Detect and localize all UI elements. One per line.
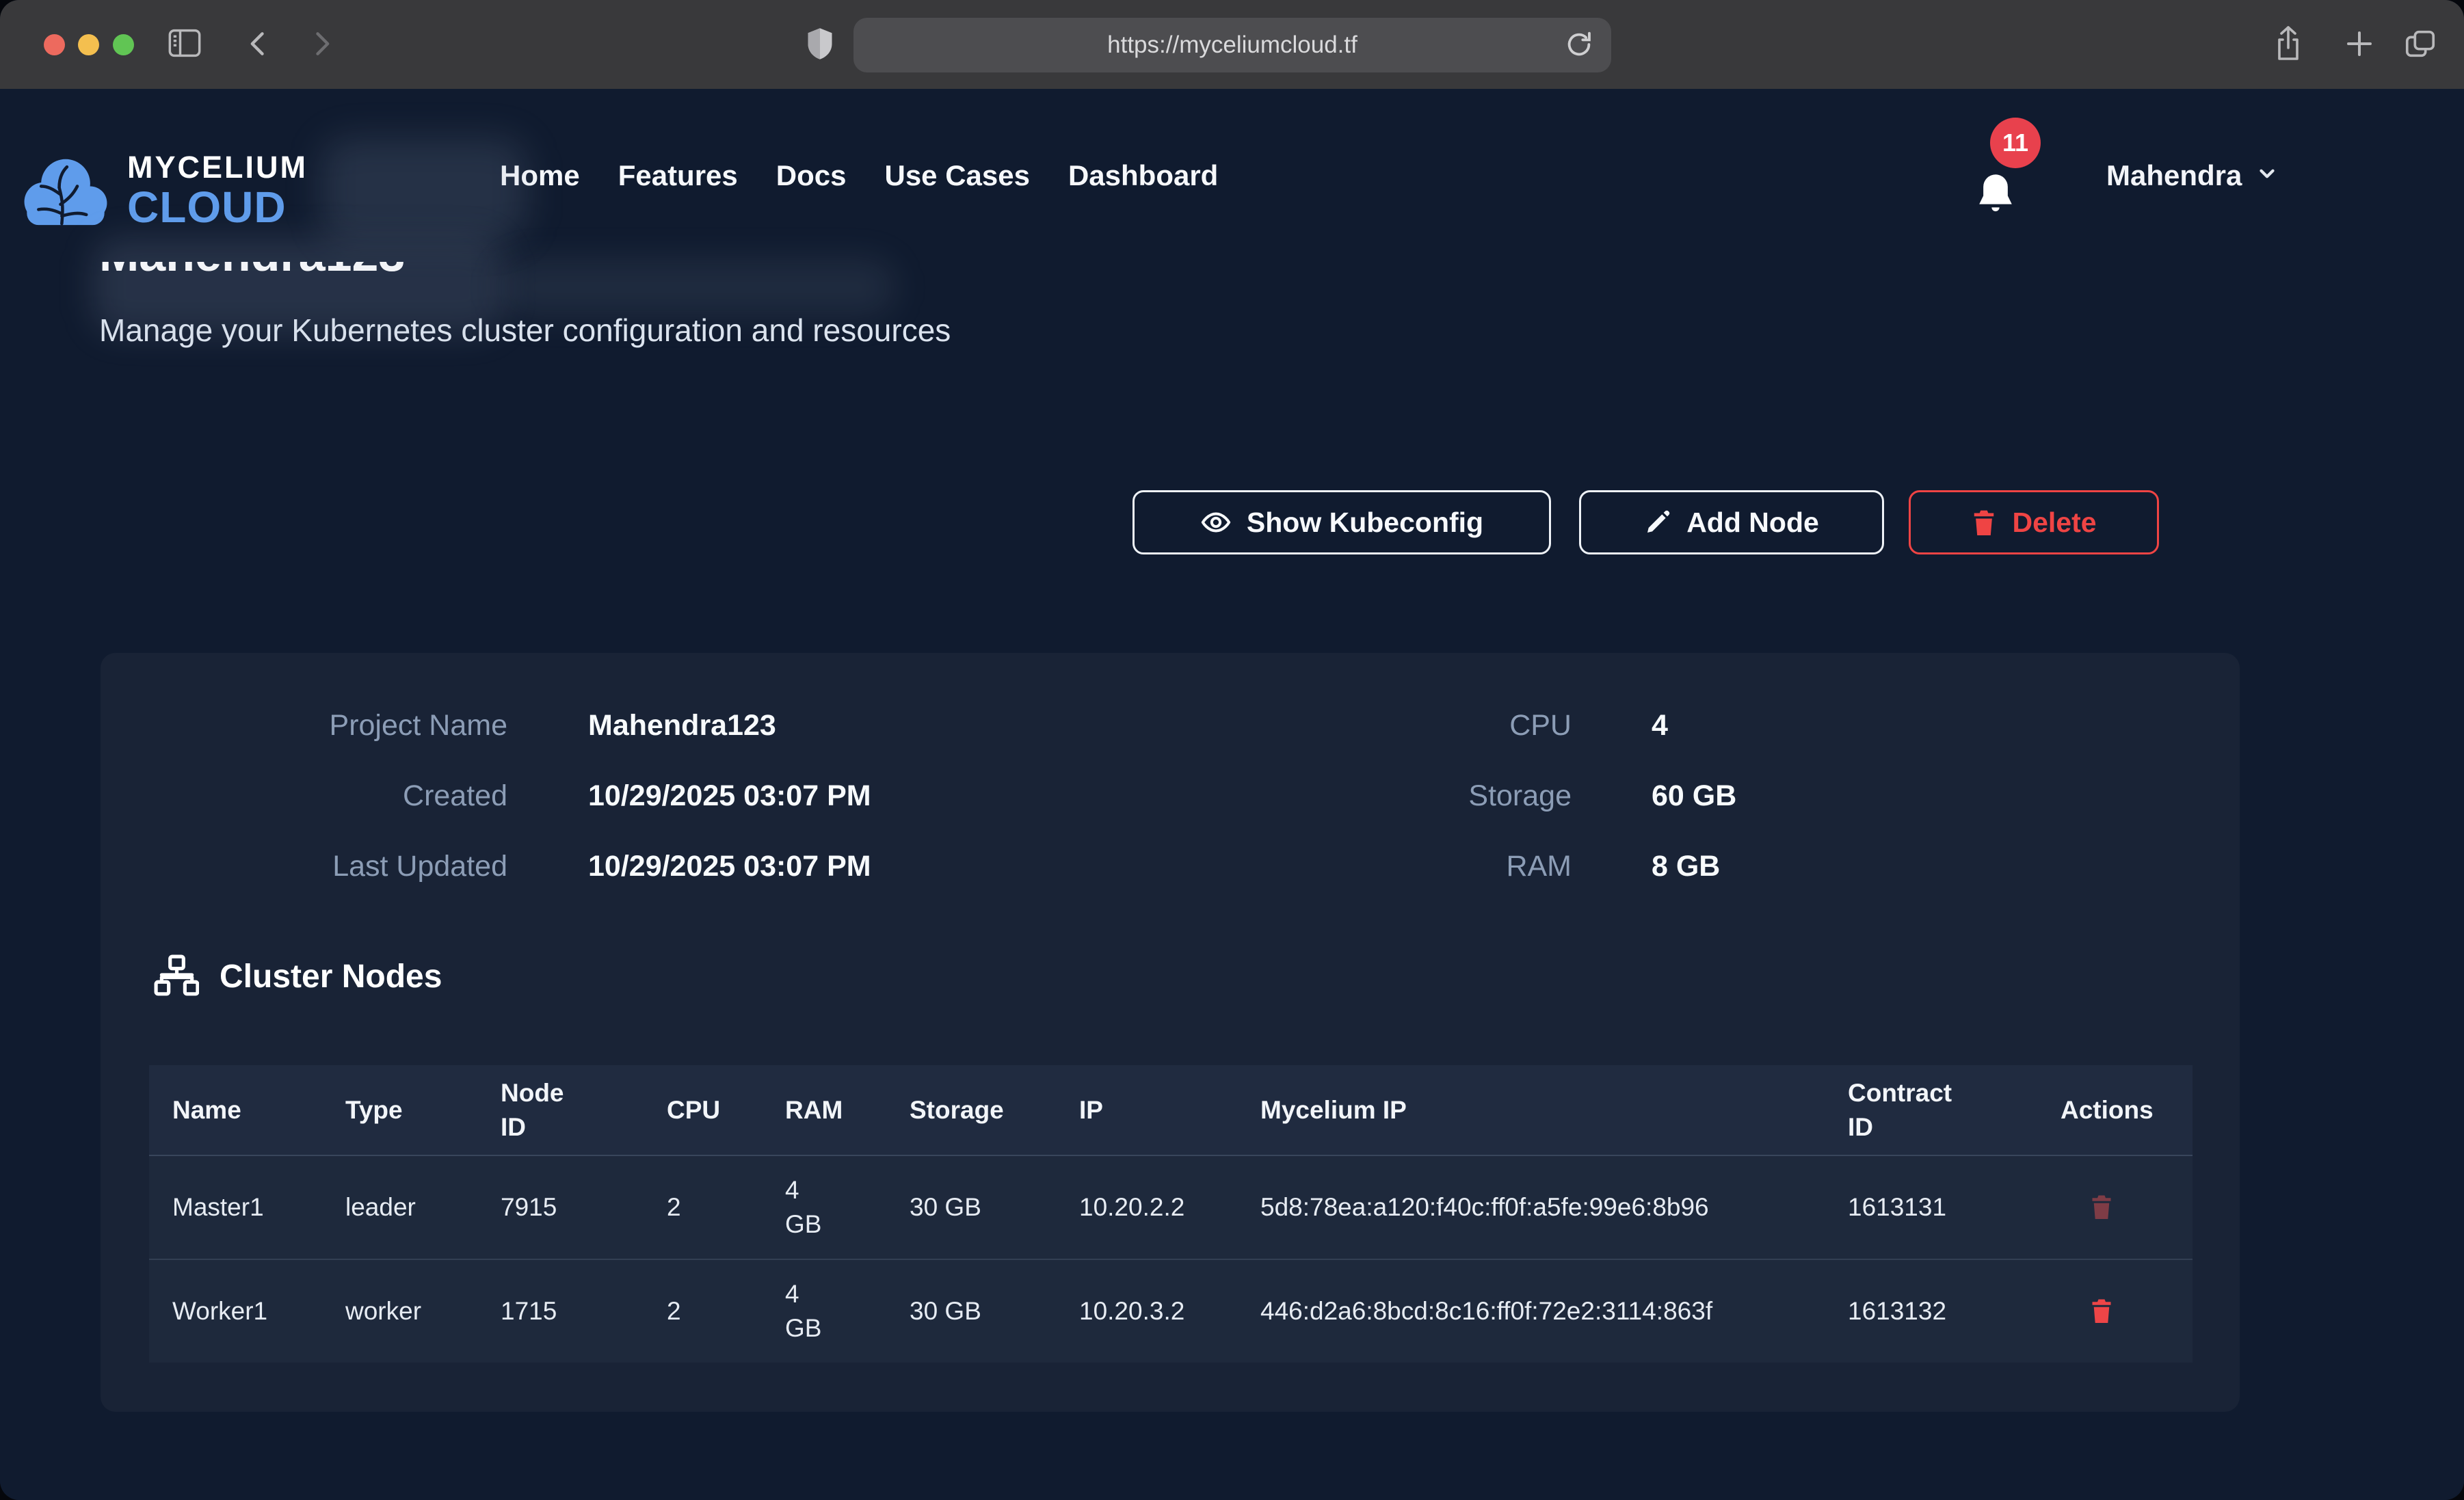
- last-updated-label: Last Updated: [220, 850, 507, 883]
- delete-label: Delete: [2012, 507, 2096, 539]
- nav-link-dashboard[interactable]: Dashboard: [1068, 159, 1218, 192]
- user-name: Mahendra: [2106, 159, 2242, 192]
- nav-link-home[interactable]: Home: [500, 159, 580, 192]
- brand-logo[interactable]: MYCELIUM CLOUD: [19, 152, 308, 231]
- ram-label: RAM: [1284, 850, 1572, 883]
- cell-ip: 10.20.3.2: [1056, 1294, 1237, 1328]
- share-icon[interactable]: [2272, 25, 2305, 63]
- tab-overview-icon[interactable]: [2403, 27, 2437, 60]
- cpu-label: CPU: [1284, 709, 1572, 742]
- pencil-icon: [1644, 509, 1671, 536]
- col-name: Name: [149, 1093, 322, 1127]
- nav-link-docs[interactable]: Docs: [776, 159, 847, 192]
- col-storage: Storage: [886, 1093, 1056, 1127]
- notification-badge: 11: [1990, 118, 2041, 168]
- cluster-card: Project Name Mahendra123 Created 10/29/2…: [101, 653, 2240, 1412]
- navbar: MYCELIUM CLOUD Home Features Docs Use Ca…: [0, 89, 2464, 262]
- forward-icon[interactable]: [306, 29, 336, 59]
- add-node-button[interactable]: Add Node: [1579, 490, 1884, 554]
- created-value: 10/29/2025 03:07 PM: [588, 779, 871, 813]
- nav-links: Home Features Docs Use Cases Dashboard: [500, 89, 1218, 262]
- back-icon[interactable]: [243, 29, 274, 59]
- delete-node-button[interactable]: [2089, 1296, 2114, 1327]
- table-row-master1: Master1 leader 7915 2 4 GB 30 GB 10.20.2…: [149, 1156, 2193, 1259]
- mycelium-cloud-logo-icon: [19, 152, 112, 231]
- add-node-label: Add Node: [1686, 507, 1819, 539]
- col-actions: Actions: [2037, 1093, 2193, 1127]
- zoom-window-button[interactable]: [113, 34, 134, 55]
- sidebar-toggle-icon[interactable]: [167, 27, 202, 59]
- browser-window: https://myceliumcloud.tf Mahendra123 Man…: [0, 0, 2464, 1500]
- cell-contract-id: 1613131: [1825, 1190, 2037, 1224]
- brand-line1: MYCELIUM: [127, 152, 308, 183]
- created-label: Created: [220, 779, 507, 813]
- cell-node-id: 7915: [477, 1190, 644, 1224]
- blur-smudge: [499, 258, 896, 317]
- cell-name: Master1: [149, 1190, 322, 1224]
- cell-storage: 30 GB: [886, 1190, 1056, 1224]
- col-ip: IP: [1056, 1093, 1237, 1127]
- nav-link-use-cases[interactable]: Use Cases: [884, 159, 1029, 192]
- app-page: Mahendra123 Manage your Kubernetes clust…: [0, 89, 2464, 1500]
- cell-ram: 4 GB: [762, 1277, 886, 1345]
- nodes-table: Name Type Node ID CPU RAM Storage IP Myc…: [149, 1065, 2193, 1363]
- brand-line2: CLOUD: [127, 185, 308, 229]
- project-name-label: Project Name: [220, 709, 507, 742]
- col-contract-id: Contract ID: [1825, 1076, 2037, 1144]
- address-bar[interactable]: https://myceliumcloud.tf: [853, 18, 1611, 72]
- last-updated-value: 10/29/2025 03:07 PM: [588, 850, 871, 883]
- cell-ram: 4 GB: [762, 1173, 886, 1242]
- cell-cpu: 2: [644, 1294, 762, 1328]
- cell-ip: 10.20.2.2: [1056, 1190, 1237, 1224]
- eye-icon: [1200, 507, 1232, 538]
- privacy-shield-icon[interactable]: [806, 26, 834, 62]
- cell-type: leader: [322, 1190, 477, 1224]
- address-bar-url: https://myceliumcloud.tf: [1107, 31, 1357, 59]
- ram-value: 8 GB: [1652, 850, 1720, 883]
- new-tab-icon[interactable]: [2343, 27, 2376, 60]
- col-mycelium-ip: Mycelium IP: [1237, 1093, 1825, 1127]
- brand-text: MYCELIUM CLOUD: [127, 152, 308, 229]
- trash-icon: [2089, 1192, 2114, 1223]
- nav-link-features[interactable]: Features: [618, 159, 738, 192]
- cell-contract-id: 1613132: [1825, 1294, 2037, 1328]
- minimize-window-button[interactable]: [78, 34, 99, 55]
- page-subtitle: Manage your Kubernetes cluster configura…: [99, 312, 951, 349]
- notifications-button[interactable]: 11: [1968, 146, 2043, 235]
- show-kubeconfig-button[interactable]: Show Kubeconfig: [1132, 490, 1551, 554]
- chevron-down-icon: [2255, 162, 2279, 189]
- storage-label: Storage: [1284, 779, 1572, 813]
- cell-cpu: 2: [644, 1190, 762, 1224]
- cell-mycelium-ip: 446:d2a6:8bcd:8c16:ff0f:72e2:3114:863f: [1237, 1294, 1825, 1328]
- nodes-table-header: Name Type Node ID CPU RAM Storage IP Myc…: [149, 1065, 2193, 1156]
- delete-cluster-button[interactable]: Delete: [1909, 490, 2159, 554]
- cell-mycelium-ip: 5d8:78ea:a120:f40c:ff0f:a5fe:99e6:8b96: [1237, 1190, 1825, 1224]
- project-name-value: Mahendra123: [588, 709, 776, 742]
- delete-node-button[interactable]: [2089, 1192, 2114, 1223]
- cell-name: Worker1: [149, 1294, 322, 1328]
- col-node-id: Node ID: [477, 1076, 644, 1144]
- col-ram: RAM: [762, 1093, 886, 1127]
- table-row-worker1: Worker1 worker 1715 2 4 GB 30 GB 10.20.3…: [149, 1259, 2193, 1363]
- trash-icon: [1971, 508, 1997, 537]
- close-window-button[interactable]: [44, 34, 65, 55]
- user-menu[interactable]: Mahendra: [2106, 89, 2279, 262]
- browser-chrome: https://myceliumcloud.tf: [0, 0, 2464, 90]
- storage-value: 60 GB: [1652, 779, 1736, 813]
- cluster-nodes-title: Cluster Nodes: [220, 958, 442, 995]
- trash-icon: [2089, 1296, 2114, 1327]
- refresh-icon[interactable]: [1563, 29, 1595, 60]
- cpu-value: 4: [1652, 709, 1668, 742]
- col-cpu: CPU: [644, 1093, 762, 1127]
- col-type: Type: [322, 1093, 477, 1127]
- cell-storage: 30 GB: [886, 1294, 1056, 1328]
- cell-node-id: 1715: [477, 1294, 644, 1328]
- show-kubeconfig-label: Show Kubeconfig: [1247, 507, 1483, 539]
- cell-type: worker: [322, 1294, 477, 1328]
- cluster-nodes-heading: Cluster Nodes: [154, 954, 442, 999]
- network-nodes-icon: [154, 954, 199, 999]
